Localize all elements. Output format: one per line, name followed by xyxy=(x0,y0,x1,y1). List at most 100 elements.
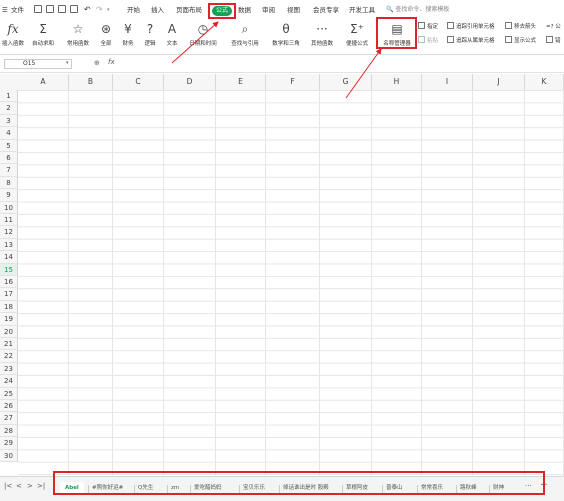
row-header-10[interactable]: 10 xyxy=(0,201,18,214)
row-header-4[interactable]: 4 xyxy=(0,127,18,140)
name-box-dropdown-icon[interactable]: ▾ xyxy=(66,60,69,66)
show-formulas-button[interactable]: 显示公式 xyxy=(505,36,536,46)
row-header-18[interactable]: 18 xyxy=(0,300,18,314)
other-functions-button[interactable]: ··· 其他函数 xyxy=(305,20,339,54)
row-header-28[interactable]: 28 xyxy=(0,424,18,438)
column-header-a[interactable]: A xyxy=(18,74,69,90)
row-header-19[interactable]: 19 xyxy=(0,313,18,326)
text-icon: A xyxy=(167,22,177,36)
row-header-30[interactable]: 30 xyxy=(0,449,18,462)
common-functions-button[interactable]: ☆ 常用函数 xyxy=(61,20,95,54)
row-header-24[interactable]: 24 xyxy=(0,375,18,388)
column-gridline xyxy=(112,90,113,476)
all-functions-icon: ⊛ xyxy=(100,22,112,36)
hamburger-menu-icon[interactable]: ☰ xyxy=(2,4,8,16)
next-sheet-icon[interactable]: > xyxy=(27,482,33,490)
all-functions-button[interactable]: ⊛ 全部 xyxy=(96,20,116,54)
command-search[interactable]: 🔍 查找命令、搜索模板 xyxy=(386,4,449,16)
autosum-button[interactable]: Σ 自动求和 xyxy=(28,20,58,54)
name-box[interactable]: O15 xyxy=(4,59,72,69)
formula-evaluate-button[interactable]: =? 公 xyxy=(546,22,561,32)
row-header-23[interactable]: 23 xyxy=(0,362,18,376)
row-header-26[interactable]: 26 xyxy=(0,400,18,413)
text-functions-button[interactable]: A 文本 xyxy=(162,20,182,54)
lookup-functions-button[interactable]: ⌕ 查找与引用 xyxy=(226,20,264,54)
logical-functions-button[interactable]: ? 逻辑 xyxy=(140,20,160,54)
print-preview-icon[interactable] xyxy=(70,5,78,13)
row-header-9[interactable]: 9 xyxy=(0,189,18,202)
tab-home[interactable]: 开始 xyxy=(127,4,140,16)
column-header-j[interactable]: J xyxy=(473,74,525,90)
datetime-functions-button[interactable]: ◷ 日期和时间 xyxy=(184,20,222,54)
row-header-17[interactable]: 17 xyxy=(0,288,18,301)
row-header-21[interactable]: 21 xyxy=(0,338,18,351)
cell-area[interactable] xyxy=(18,90,564,476)
column-header-i[interactable]: I xyxy=(422,74,473,90)
remove-arrows-button[interactable]: 移去箭头 xyxy=(505,22,536,32)
customize-chevron-icon[interactable]: ▾ xyxy=(107,4,110,16)
row-header-12[interactable]: 12 xyxy=(0,226,18,239)
error-check-button[interactable]: 错 xyxy=(546,36,561,46)
paste-name-button[interactable]: 粘贴 xyxy=(418,36,438,46)
row-header-1[interactable]: 1 xyxy=(0,90,18,103)
define-name-button[interactable]: 指定 xyxy=(418,22,438,32)
trace-dependents-icon xyxy=(447,36,454,43)
row-header-20[interactable]: 20 xyxy=(0,325,18,338)
row-header-16[interactable]: 16 xyxy=(0,276,18,289)
highlight-formula-tab xyxy=(208,3,236,19)
convenient-formula-button[interactable]: Σ⁺ 便捷公式 xyxy=(340,20,374,54)
fx-label[interactable]: fx xyxy=(108,58,115,66)
tab-developer[interactable]: 开发工具 xyxy=(349,4,375,16)
row-header-14[interactable]: 14 xyxy=(0,251,18,264)
row-header-27[interactable]: 27 xyxy=(0,412,18,425)
tab-data[interactable]: 数据 xyxy=(238,4,251,16)
column-header-b[interactable]: B xyxy=(69,74,113,90)
row-header-13[interactable]: 13 xyxy=(0,238,18,252)
more-icon: ··· xyxy=(316,22,328,36)
prev-sheet-icon[interactable]: < xyxy=(16,482,22,490)
tab-page-layout[interactable]: 页面布局 xyxy=(176,4,202,16)
trace-precedents-button[interactable]: 追踪引用单元格 xyxy=(447,22,495,32)
column-header-k[interactable]: K xyxy=(525,74,564,90)
row-header-5[interactable]: 5 xyxy=(0,139,18,152)
row-header-8[interactable]: 8 xyxy=(0,176,18,190)
column-header-c[interactable]: C xyxy=(113,74,164,90)
first-sheet-icon[interactable]: |< xyxy=(4,482,12,490)
menu-bar: ☰ 文件 ↶ ↷ ▾ 开始 插入 页面布局 公式 数据 审阅 视图 会员专享 开… xyxy=(0,0,564,20)
print-icon[interactable] xyxy=(58,5,66,13)
column-header-e[interactable]: E xyxy=(216,74,266,90)
clock-icon: ◷ xyxy=(197,22,209,36)
undo-icon[interactable]: ↶ xyxy=(84,4,91,16)
column-header-h[interactable]: H xyxy=(372,74,422,90)
export-icon[interactable] xyxy=(46,5,54,13)
row-header-2[interactable]: 2 xyxy=(0,102,18,115)
tab-review[interactable]: 审阅 xyxy=(262,4,275,16)
row-header-15[interactable]: 15 xyxy=(0,263,18,276)
formula-bar: O15 ▾ ⊕ fx xyxy=(0,56,564,73)
insert-function-button[interactable]: fx 插入函数 xyxy=(0,20,26,54)
row-header-11[interactable]: 11 xyxy=(0,214,18,227)
tab-view[interactable]: 视图 xyxy=(287,4,300,16)
tab-member[interactable]: 会员专享 xyxy=(313,4,339,16)
star-icon: ☆ xyxy=(72,22,84,36)
trace-dependents-button[interactable]: 追踪从属单元格 xyxy=(447,36,495,46)
redo-icon[interactable]: ↷ xyxy=(96,4,103,16)
zoom-icon[interactable]: ⊕ xyxy=(94,59,100,67)
last-sheet-icon[interactable]: >| xyxy=(37,482,45,490)
row-header-6[interactable]: 6 xyxy=(0,152,18,165)
column-header-f[interactable]: F xyxy=(266,74,320,90)
financial-functions-button[interactable]: ¥ 财务 xyxy=(118,20,138,54)
math-functions-button[interactable]: θ 数学和三角 xyxy=(267,20,305,54)
column-header-d[interactable]: D xyxy=(164,74,216,90)
menu-file[interactable]: 文件 xyxy=(11,4,24,16)
tab-insert[interactable]: 插入 xyxy=(151,4,164,16)
save-icon[interactable] xyxy=(34,5,42,13)
row-header-3[interactable]: 3 xyxy=(0,114,18,128)
row-header-7[interactable]: 7 xyxy=(0,164,18,177)
math-icon: θ xyxy=(282,22,290,36)
row-header-22[interactable]: 22 xyxy=(0,350,18,363)
column-header-g[interactable]: G xyxy=(320,74,372,90)
lookup-icon: ⌕ xyxy=(241,22,249,36)
row-header-29[interactable]: 29 xyxy=(0,437,18,450)
row-header-25[interactable]: 25 xyxy=(0,387,18,400)
